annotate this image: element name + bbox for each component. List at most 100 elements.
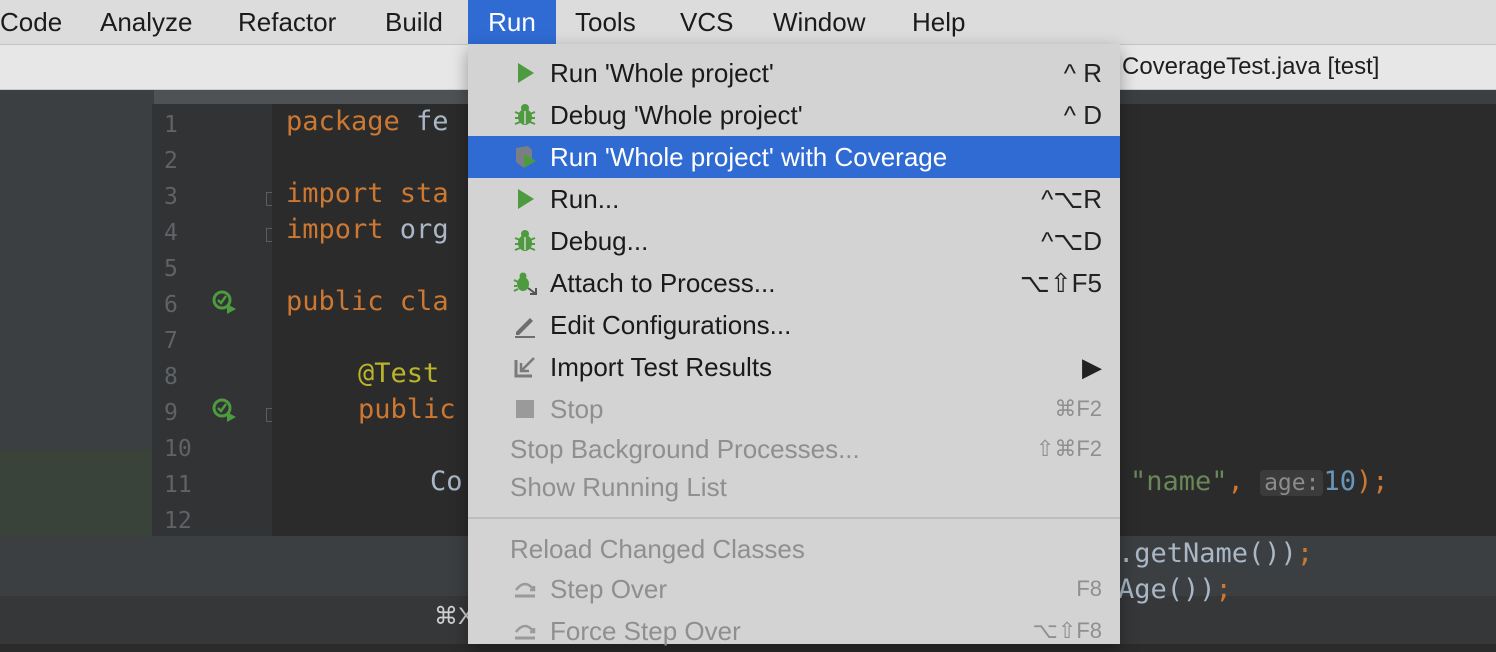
code-text: fe: [399, 106, 449, 137]
editor-tab[interactable]: [154, 90, 474, 104]
run-test-gutter-icon[interactable]: [212, 290, 238, 316]
menu-item-shortcut: ⇧⌘F2: [1035, 436, 1102, 461]
menu-item-stop[interactable]: Stop ⌘F2: [468, 388, 1120, 430]
run-test-gutter-icon[interactable]: [212, 398, 238, 424]
line-number: 12: [164, 508, 192, 534]
menu-code[interactable]: Code: [0, 0, 62, 44]
step-over-icon: [515, 582, 536, 598]
menu-vcs[interactable]: VCS: [680, 0, 733, 44]
menu-item-shortcut: ^⌥R: [1041, 184, 1102, 214]
submenu-arrow-icon: ▶: [1082, 352, 1102, 382]
code-annotation: @Test: [358, 358, 440, 389]
run-icon: [518, 189, 534, 209]
project-panel-selection: [0, 450, 152, 538]
coverage-icon: [516, 146, 536, 168]
attach-icon: [513, 272, 537, 295]
run-icon: [518, 63, 534, 83]
code-line-11: Co: [430, 466, 463, 497]
code-text: cla: [383, 286, 449, 317]
menu-item-force-step-over[interactable]: Force Step Over ⌥⇧F8: [468, 610, 1120, 652]
code-text: org: [383, 214, 449, 245]
line-number: 4: [164, 220, 178, 246]
menu-item-label: Debug...: [550, 226, 649, 256]
menu-run[interactable]: Run: [468, 0, 556, 44]
code-string: "name": [1130, 466, 1228, 497]
menu-item-shortcut: ^⌥D: [1041, 226, 1102, 256]
line-number: 9: [164, 400, 178, 426]
stop-icon: [516, 400, 534, 418]
menu-item-shortcut: ^ D: [1063, 100, 1102, 130]
code-number: 10: [1323, 466, 1356, 497]
code-line-14: Age());: [1118, 574, 1232, 605]
menu-item-shortcut: ⌥⇧F8: [1032, 618, 1102, 643]
menu-item-label: Debug 'Whole project': [550, 100, 803, 130]
menu-item-label: Run 'Whole project' with Coverage: [550, 142, 948, 172]
menu-item-edit-configurations[interactable]: Edit Configurations...: [468, 304, 1120, 346]
line-number: 5: [164, 256, 178, 282]
menu-item-shortcut: ⌥⇧F5: [1019, 268, 1102, 298]
menu-tools[interactable]: Tools: [575, 0, 636, 44]
line-number: 2: [164, 148, 178, 174]
menu-item-run-with-coverage[interactable]: Run 'Whole project' with Coverage: [468, 136, 1120, 178]
line-number: 8: [164, 364, 178, 390]
force-step-over-icon: [515, 624, 536, 640]
menu-item-run-ellipsis[interactable]: Run... ^⌥R: [468, 178, 1120, 220]
menu-item-run-whole-project[interactable]: Run 'Whole project' ^ R: [468, 52, 1120, 94]
menu-item-import-test-results[interactable]: Import Test Results ▶: [468, 346, 1120, 388]
code-punct: ;: [1296, 538, 1314, 569]
code-keyword: import: [286, 214, 384, 245]
menu-item-label: Show Running List: [510, 472, 727, 502]
menu-item-label: Reload Changed Classes: [510, 534, 805, 564]
line-number: 10: [164, 436, 192, 462]
menu-item-label: Edit Configurations...: [550, 310, 792, 340]
code-punct: );: [1355, 466, 1389, 497]
code-keyword: import: [286, 178, 384, 209]
code-line-13: .getName());: [1118, 538, 1313, 569]
menu-item-label: Attach to Process...: [550, 268, 776, 298]
menu-refactor[interactable]: Refactor: [238, 0, 336, 44]
menu-item-stop-background-processes[interactable]: Stop Background Processes... ⇧⌘F2: [468, 428, 1120, 470]
code-keyword: public: [286, 286, 384, 317]
code-line-8: @Test: [358, 358, 439, 389]
line-number: 3: [164, 184, 178, 210]
code-punct: ;: [1215, 574, 1232, 605]
line-number: 7: [164, 328, 178, 354]
menu-item-label: Run...: [550, 184, 620, 214]
menu-item-shortcut: F8: [1076, 576, 1102, 601]
menu-item-label: Step Over: [550, 574, 668, 604]
menu-analyze[interactable]: Analyze: [100, 0, 193, 44]
code-line-9: public: [358, 394, 456, 425]
menu-item-label: Import Test Results: [550, 352, 773, 382]
menu-item-show-running-list[interactable]: Show Running List: [468, 466, 1120, 508]
code-text: sta: [383, 178, 449, 209]
code-punct: ,: [1227, 466, 1244, 497]
code-line-11-right: "name", age: 10);: [1130, 466, 1389, 497]
line-number: 1: [164, 112, 178, 138]
code-keyword: public: [358, 394, 456, 425]
edit-icon: [515, 318, 535, 338]
code-line-4: import org: [286, 214, 449, 245]
menu-item-debug-ellipsis[interactable]: Debug... ^⌥D: [468, 220, 1120, 262]
line-number: 6: [164, 292, 178, 318]
menu-item-reload-changed-classes[interactable]: Reload Changed Classes: [468, 528, 1120, 570]
menu-separator: [468, 517, 1120, 519]
code-keyword: package: [286, 106, 400, 137]
import-icon: [514, 357, 535, 378]
run-menu-dropdown: Run 'Whole project' ^ R Debug 'Whole pro…: [468, 44, 1120, 646]
menu-help[interactable]: Help: [912, 0, 965, 44]
menu-build[interactable]: Build: [385, 0, 443, 44]
line-number: 11: [164, 472, 192, 498]
window-title: CoverageTest.java [test]: [1122, 53, 1380, 80]
menu-item-label: Force Step Over: [550, 616, 741, 646]
menu-item-debug-whole-project[interactable]: Debug 'Whole project' ^ D: [468, 94, 1120, 136]
menu-item-shortcut: ^ R: [1063, 58, 1102, 88]
menu-item-step-over[interactable]: Step Over F8: [468, 568, 1120, 610]
menu-item-label: Run 'Whole project': [550, 58, 774, 88]
menu-window[interactable]: Window: [773, 0, 865, 44]
code-text: .getName()): [1118, 538, 1297, 569]
debug-icon: [514, 104, 536, 125]
menu-item-attach-to-process[interactable]: Attach to Process... ⌥⇧F5: [468, 262, 1120, 304]
menu-item-label: Stop: [550, 394, 604, 424]
menu-item-label: Stop Background Processes...: [510, 434, 860, 464]
project-panel: [0, 104, 152, 538]
